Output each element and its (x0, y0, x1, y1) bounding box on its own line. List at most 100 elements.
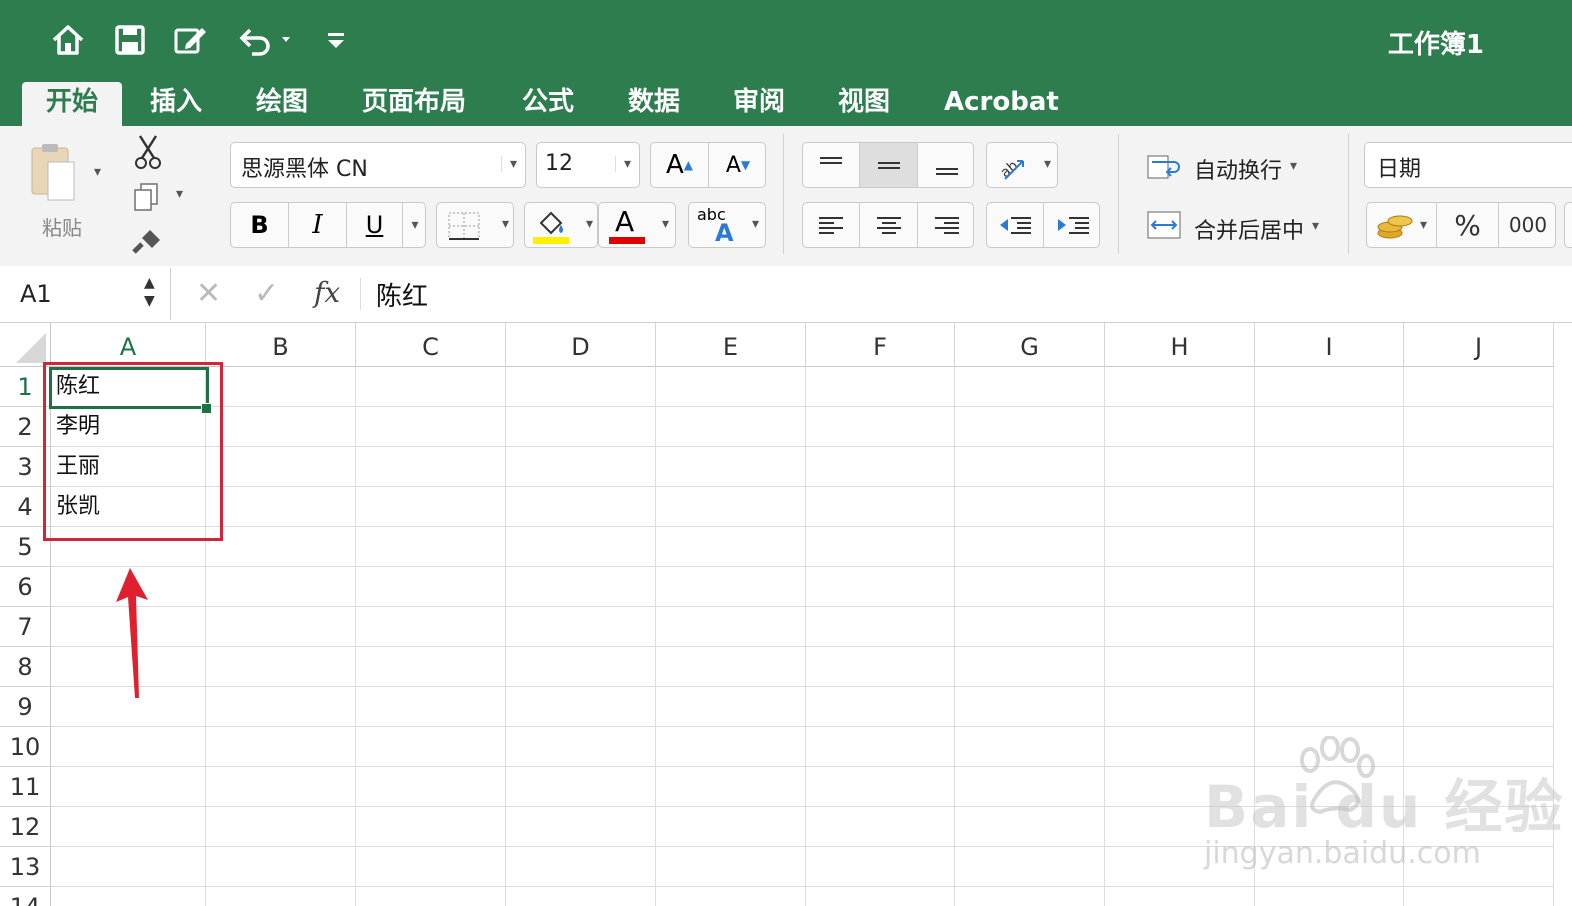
cell-f6[interactable] (806, 567, 955, 607)
tab-review[interactable]: 审阅 (733, 82, 785, 126)
cell-i6[interactable] (1255, 567, 1404, 607)
cell-i7[interactable] (1255, 607, 1404, 647)
cell-f5[interactable] (806, 527, 955, 567)
cell-g5[interactable] (955, 527, 1105, 567)
column-header-d[interactable]: D (506, 323, 656, 367)
cell-e8[interactable] (656, 647, 806, 687)
cell-e2[interactable] (656, 407, 806, 447)
cell-g8[interactable] (955, 647, 1105, 687)
chevron-down-icon[interactable]: ▾ (500, 156, 517, 172)
percent-button[interactable]: % (1437, 203, 1499, 247)
confirm-icon[interactable]: ✓ (254, 276, 279, 311)
cell-c6[interactable] (356, 567, 506, 607)
cancel-icon[interactable]: ✕ (196, 276, 221, 311)
cell-a12[interactable] (51, 807, 206, 847)
cell-g12[interactable] (955, 807, 1105, 847)
cell-f2[interactable] (806, 407, 955, 447)
chevron-down-icon[interactable]: ▾ (1312, 218, 1319, 234)
cell-i5[interactable] (1255, 527, 1404, 567)
fill-color-button[interactable]: ▾ (524, 202, 598, 248)
cell-b6[interactable] (206, 567, 356, 607)
tab-formulas[interactable]: 公式 (522, 82, 574, 126)
cell-j7[interactable] (1404, 607, 1554, 647)
font-name-select[interactable]: 思源黑体 CN ▾ (230, 142, 526, 188)
row-header-12[interactable]: 12 (0, 807, 51, 847)
cell-f14[interactable] (806, 887, 955, 906)
row-header-13[interactable]: 13 (0, 847, 51, 887)
cell-c5[interactable] (356, 527, 506, 567)
cell-j3[interactable] (1404, 447, 1554, 487)
cell-f9[interactable] (806, 687, 955, 727)
cell-d1[interactable] (506, 367, 656, 407)
row-header-9[interactable]: 9 (0, 687, 51, 727)
cell-c13[interactable] (356, 847, 506, 887)
cell-h5[interactable] (1105, 527, 1255, 567)
cell-h8[interactable] (1105, 647, 1255, 687)
cell-d2[interactable] (506, 407, 656, 447)
paste-icon[interactable] (26, 140, 84, 204)
cell-g7[interactable] (955, 607, 1105, 647)
merge-center-icon[interactable] (1146, 210, 1182, 240)
cell-a13[interactable] (51, 847, 206, 887)
cell-h4[interactable] (1105, 487, 1255, 527)
cell-b8[interactable] (206, 647, 356, 687)
cell-a11[interactable] (51, 767, 206, 807)
cell-j9[interactable] (1404, 687, 1554, 727)
font-size-select[interactable]: 12 ▾ (536, 142, 640, 188)
cell-c3[interactable] (356, 447, 506, 487)
tab-home[interactable]: 开始 (22, 82, 123, 126)
chevron-down-icon[interactable]: ▾ (1420, 217, 1427, 233)
row-header-7[interactable]: 7 (0, 607, 51, 647)
cell-f8[interactable] (806, 647, 955, 687)
name-box[interactable]: A1 ▲ ▼ (0, 268, 171, 320)
cell-c9[interactable] (356, 687, 506, 727)
wrap-text-icon[interactable] (1146, 152, 1186, 182)
cell-j4[interactable] (1404, 487, 1554, 527)
cell-g6[interactable] (955, 567, 1105, 607)
cell-i4[interactable] (1255, 487, 1404, 527)
name-box-stepper-icon[interactable]: ▲ ▼ (144, 274, 155, 310)
cell-b9[interactable] (206, 687, 356, 727)
align-right-button[interactable] (918, 203, 975, 247)
chevron-down-icon[interactable]: ▾ (502, 216, 509, 232)
increase-indent-button[interactable] (1044, 203, 1101, 247)
cell-e13[interactable] (656, 847, 806, 887)
cell-g9[interactable] (955, 687, 1105, 727)
undo-icon[interactable] (234, 20, 298, 60)
cell-h2[interactable] (1105, 407, 1255, 447)
function-icon[interactable]: fx (314, 276, 340, 309)
cell-c12[interactable] (356, 807, 506, 847)
cell-e5[interactable] (656, 527, 806, 567)
cell-j2[interactable] (1404, 407, 1554, 447)
font-color-button[interactable]: A ▾ (598, 202, 676, 248)
align-bottom-button[interactable] (918, 143, 975, 187)
cell-d8[interactable] (506, 647, 656, 687)
cell-e9[interactable] (656, 687, 806, 727)
column-header-i[interactable]: I (1255, 323, 1404, 367)
cell-g2[interactable] (955, 407, 1105, 447)
bold-button[interactable]: B (231, 203, 289, 247)
cell-e11[interactable] (656, 767, 806, 807)
row-header-11[interactable]: 11 (0, 767, 51, 807)
increase-font-size-button[interactable]: A ▲ (651, 143, 709, 187)
cell-h9[interactable] (1105, 687, 1255, 727)
column-header-f[interactable]: F (806, 323, 955, 367)
cell-g4[interactable] (955, 487, 1105, 527)
edit-icon[interactable] (170, 20, 210, 60)
align-center-button[interactable] (860, 203, 918, 247)
tab-data[interactable]: 数据 (628, 82, 680, 126)
cell-e14[interactable] (656, 887, 806, 906)
cell-c10[interactable] (356, 727, 506, 767)
cell-c8[interactable] (356, 647, 506, 687)
cell-i2[interactable] (1255, 407, 1404, 447)
cell-j8[interactable] (1404, 647, 1554, 687)
paste-dropdown-icon[interactable]: ▾ (94, 164, 101, 180)
cell-f11[interactable] (806, 767, 955, 807)
cell-g11[interactable] (955, 767, 1105, 807)
save-icon[interactable] (110, 20, 150, 60)
cell-g14[interactable] (955, 887, 1105, 906)
underline-dropdown-icon[interactable]: ▾ (403, 203, 427, 247)
tab-insert[interactable]: 插入 (150, 82, 202, 126)
align-left-button[interactable] (803, 203, 860, 247)
cell-c11[interactable] (356, 767, 506, 807)
